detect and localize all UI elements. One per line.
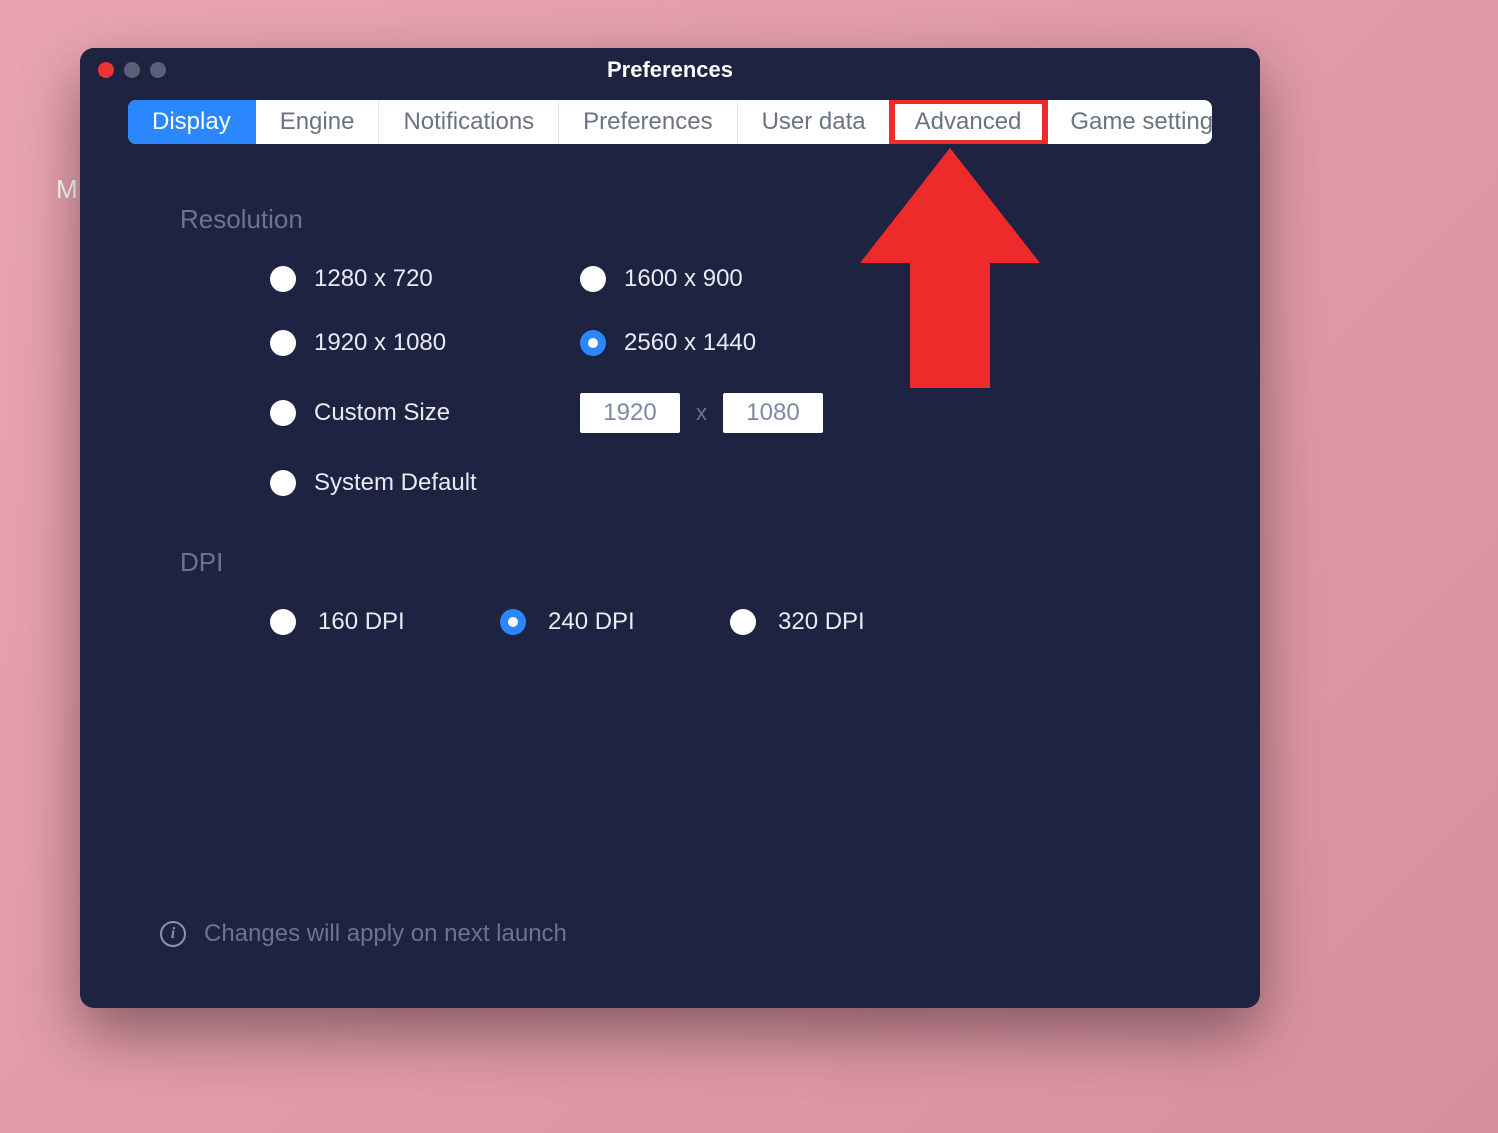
tab-user-data[interactable]: User data <box>738 100 891 144</box>
radio-label: 1920 x 1080 <box>314 329 446 357</box>
dpi-section-title: DPI <box>180 547 1160 578</box>
resolution-option-system-default[interactable]: System Default <box>270 469 580 497</box>
tab-engine[interactable]: Engine <box>256 100 380 144</box>
tab-bar: Display Engine Notifications Preferences… <box>128 100 1212 144</box>
background-character: M <box>56 174 78 205</box>
radio-160-dpi[interactable] <box>270 609 296 635</box>
radio-system-default[interactable] <box>270 470 296 496</box>
info-icon: i <box>160 921 186 947</box>
footer-note: i Changes will apply on next launch <box>160 920 567 948</box>
radio-custom-size[interactable] <box>270 400 296 426</box>
close-button[interactable] <box>98 62 114 78</box>
radio-320-dpi[interactable] <box>730 609 756 635</box>
tab-advanced[interactable]: Advanced <box>891 100 1047 144</box>
resolution-option-1600x900[interactable]: 1600 x 900 <box>580 265 890 293</box>
resolution-option-1920x1080[interactable]: 1920 x 1080 <box>270 329 580 357</box>
tab-preferences[interactable]: Preferences <box>559 100 737 144</box>
radio-1600x900[interactable] <box>580 266 606 292</box>
maximize-button[interactable] <box>150 62 166 78</box>
dpi-option-240[interactable]: 240 DPI <box>500 608 730 636</box>
resolution-option-1280x720[interactable]: 1280 x 720 <box>270 265 580 293</box>
custom-size-inputs: x <box>580 393 823 433</box>
window-titlebar: Preferences <box>80 48 1260 92</box>
radio-label: 240 DPI <box>548 608 635 636</box>
radio-label: 2560 x 1440 <box>624 329 756 357</box>
radio-label: 320 DPI <box>778 608 865 636</box>
radio-2560x1440[interactable] <box>580 330 606 356</box>
footer-note-text: Changes will apply on next launch <box>204 920 567 948</box>
content-area: Resolution 1280 x 720 1600 x 900 1920 x … <box>80 144 1260 636</box>
minimize-button[interactable] <box>124 62 140 78</box>
radio-label: 160 DPI <box>318 608 405 636</box>
radio-1280x720[interactable] <box>270 266 296 292</box>
tab-game-settings[interactable]: Game settings <box>1046 100 1212 144</box>
dimension-separator: x <box>696 400 707 426</box>
tab-notifications[interactable]: Notifications <box>379 100 559 144</box>
annotation-arrow-icon <box>850 148 1050 398</box>
custom-height-input[interactable] <box>723 393 823 433</box>
tab-display[interactable]: Display <box>128 100 256 144</box>
resolution-option-custom[interactable]: Custom Size <box>270 399 580 427</box>
resolution-option-2560x1440[interactable]: 2560 x 1440 <box>580 329 890 357</box>
radio-label: System Default <box>314 469 477 497</box>
radio-label: 1280 x 720 <box>314 265 433 293</box>
radio-label: 1600 x 900 <box>624 265 743 293</box>
radio-240-dpi[interactable] <box>500 609 526 635</box>
custom-width-input[interactable] <box>580 393 680 433</box>
dpi-option-160[interactable]: 160 DPI <box>270 608 500 636</box>
dpi-option-320[interactable]: 320 DPI <box>730 608 960 636</box>
window-controls <box>98 62 166 78</box>
dpi-options: 160 DPI 240 DPI 320 DPI <box>270 608 1160 636</box>
radio-1920x1080[interactable] <box>270 330 296 356</box>
preferences-window: Preferences Display Engine Notifications… <box>80 48 1260 1008</box>
window-title: Preferences <box>80 57 1260 83</box>
radio-label: Custom Size <box>314 399 450 427</box>
